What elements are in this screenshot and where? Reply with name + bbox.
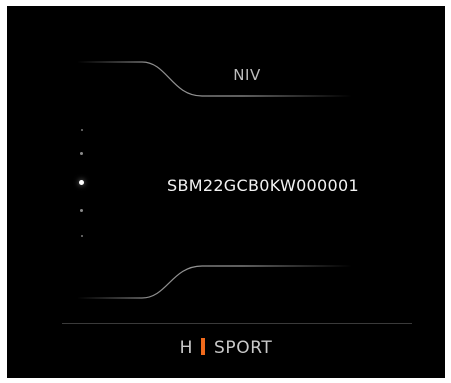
instrument-display: NIV SBM22GCB0KW000001 H SPORT: [7, 6, 445, 378]
vin-value: SBM22GCB0KW000001: [167, 176, 359, 195]
top-label: NIV: [233, 66, 261, 84]
ride-mode-label: SPORT: [214, 338, 273, 358]
indicator-dot-active: [79, 180, 84, 185]
indicator-dot: [80, 209, 83, 212]
mode-letter: H: [179, 338, 193, 358]
ride-mode-bar: H SPORT: [7, 338, 445, 358]
indicator-dot: [80, 152, 83, 155]
mode-separator: [201, 338, 205, 355]
indicator-dot: [81, 129, 83, 131]
indicator-dot: [81, 235, 83, 237]
top-curve: [77, 61, 352, 97]
footer-divider: [62, 323, 412, 324]
bottom-curve: [77, 265, 352, 299]
